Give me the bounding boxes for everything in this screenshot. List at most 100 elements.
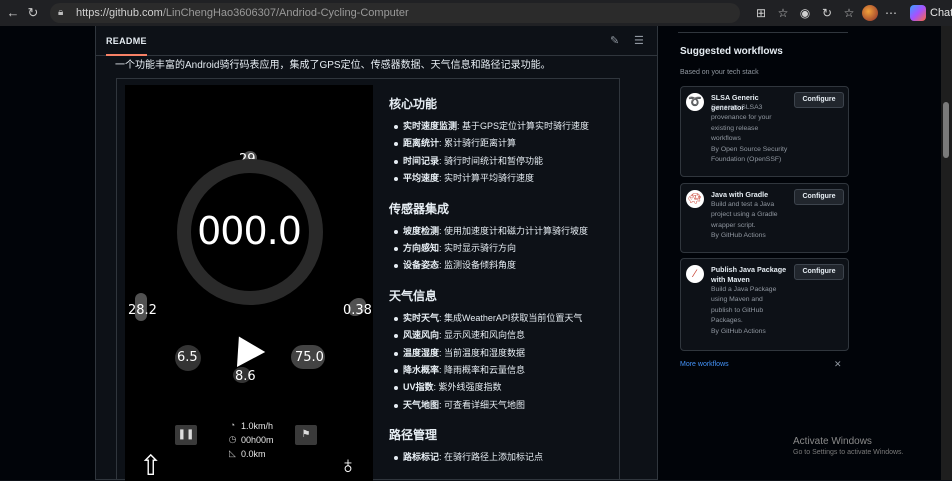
feature-name: 路标标记 bbox=[403, 452, 440, 463]
feature-desc: : 降雨概率和云量信息 bbox=[439, 365, 526, 376]
toolbar-actions: ⊞ ☆ ◉ ↻ ☆ ⋯ Chat bbox=[752, 4, 952, 22]
feature-name: 降水概率 bbox=[403, 365, 440, 376]
more-icon[interactable]: ⋯ bbox=[882, 4, 900, 22]
star-icon[interactable]: ☆ bbox=[774, 4, 792, 22]
chat-button[interactable]: Chat bbox=[910, 5, 952, 21]
more-workflows-link[interactable]: More workflows bbox=[680, 361, 729, 368]
favorites-icon[interactable]: ☆ bbox=[840, 4, 858, 22]
workflow-desc-line: project using a Gradle bbox=[711, 211, 778, 219]
feature-item: 平均速度: 实时计算平均骑行速度 bbox=[394, 170, 619, 187]
feature-desc: : 在骑行路径上添加标记点 bbox=[439, 452, 544, 463]
feature-name: 设备姿态 bbox=[403, 260, 440, 271]
workflow-author-line: By GitHub Actions bbox=[711, 327, 766, 335]
readme-figure: 29 000.0 28.2 0.38 6.5 75.0 8.6 ❚❚ ⚑ ◔ 1… bbox=[116, 78, 620, 481]
workflow-author-line: By GitHub Actions bbox=[711, 232, 766, 240]
feature-item: 方向感知: 实时显示骑行方向 bbox=[394, 240, 619, 257]
temp-left-value: 6.5 bbox=[177, 350, 198, 365]
close-icon[interactable]: ✕ bbox=[834, 359, 842, 370]
edit-icon[interactable]: ✎ bbox=[610, 34, 619, 47]
page-scrollbar[interactable] bbox=[941, 26, 952, 480]
workflow-desc-line: workflows bbox=[711, 135, 741, 143]
section-heading: 核心功能 bbox=[389, 97, 438, 111]
direction-arrow bbox=[224, 329, 266, 367]
feature-name: 距离统计 bbox=[403, 138, 440, 149]
extension-icon[interactable]: ◉ bbox=[796, 4, 814, 22]
feature-name: 平均速度 bbox=[403, 173, 440, 184]
scrollbar-thumb[interactable] bbox=[943, 102, 949, 158]
outline-icon[interactable]: ☰ bbox=[634, 34, 644, 47]
workflow-desc-line: publish to GitHub bbox=[711, 306, 764, 314]
home-up-icon[interactable]: ⇧ bbox=[139, 451, 162, 481]
feature-item: 时间记录: 骑行时间统计和暂停功能 bbox=[394, 153, 619, 170]
right-value: 0.38 bbox=[343, 303, 372, 318]
map-pin-icon[interactable]: ♁ bbox=[339, 451, 357, 481]
readme-tab[interactable]: README bbox=[106, 26, 147, 56]
refresh-extension-icon[interactable]: ↻ bbox=[818, 4, 836, 22]
workflow-desc-line: using Maven and bbox=[711, 296, 763, 304]
time-value: 00h00m bbox=[241, 434, 274, 445]
workflow-card: ⁄ Publish Java Package with Maven Build a … bbox=[680, 258, 849, 351]
pause-button[interactable]: ❚❚ bbox=[175, 425, 197, 445]
feature-desc: : 监测设备倾斜角度 bbox=[439, 260, 517, 271]
feature-item: 坡度检测: 使用加速度计和磁力计计算骑行坡度 bbox=[394, 223, 619, 240]
feature-item: 实时天气: 集成WeatherAPI获取当前位置天气 bbox=[394, 310, 619, 327]
app-available-icon[interactable]: ⊞ bbox=[752, 4, 770, 22]
readme-header: README ✎ ☰ bbox=[96, 26, 657, 56]
feature-bullets: 实时速度监测: 基于GPS定位计算实时骑行速度距离统计: 累计骑行距离计算时间记… bbox=[389, 118, 619, 188]
divider bbox=[678, 32, 848, 33]
feature-desc: : 骑行时间统计和暂停功能 bbox=[439, 155, 544, 166]
address-bar[interactable]: 🔒︎ https://github.com/LinChengHao3606307… bbox=[50, 3, 740, 23]
feature-name: 实时天气 bbox=[403, 312, 440, 323]
profile-avatar[interactable] bbox=[862, 5, 878, 21]
feature-bullets: 路标标记: 在骑行路径上添加标记点 bbox=[389, 449, 619, 466]
lock-icon[interactable]: 🔒︎ bbox=[58, 7, 70, 19]
feature-desc: : 集成WeatherAPI获取当前位置天气 bbox=[439, 312, 583, 323]
feature-name: 风速风向 bbox=[403, 330, 440, 341]
feature-desc: : 基于GPS定位计算实时骑行速度 bbox=[457, 121, 590, 131]
configure-button[interactable]: Configure bbox=[794, 189, 844, 205]
finish-flag-button[interactable]: ⚑ bbox=[295, 425, 317, 445]
back-icon[interactable]: ← bbox=[6, 6, 20, 20]
url-text: https://github.com/LinChengHao3606307/An… bbox=[76, 7, 409, 19]
workflow-title: Publish Java Package with Maven bbox=[711, 265, 787, 284]
workflow-author-line: Foundation (OpenSSF) bbox=[711, 156, 782, 163]
feature-name: 温度湿度 bbox=[403, 347, 440, 358]
readme-panel: README ✎ ☰ 一个功能丰富的Android骑行码表应用，集成了GPS定位… bbox=[95, 26, 658, 481]
feature-list: 核心功能实时速度监测: 基于GPS定位计算实时骑行速度距离统计: 累计骑行距离计… bbox=[389, 85, 619, 467]
feature-item: 降水概率: 降雨概率和云量信息 bbox=[394, 362, 619, 379]
feature-name: 实时速度监测 bbox=[403, 121, 458, 131]
feature-name: UV指数 bbox=[403, 382, 434, 393]
distance-value: 0.0km bbox=[241, 448, 266, 459]
workflow-desc-line: existing release bbox=[711, 124, 759, 132]
left-value: 28.2 bbox=[128, 303, 157, 318]
workflow-author-line: By Open Source Security bbox=[711, 145, 788, 153]
app-screenshot: 29 000.0 28.2 0.38 6.5 75.0 8.6 ❚❚ ⚑ ◔ 1… bbox=[125, 85, 373, 481]
workflow-title: Java with Gradle bbox=[711, 190, 769, 199]
workflow-desc-line: Packages. bbox=[711, 317, 743, 325]
speed-readout: 000.0 bbox=[197, 209, 302, 253]
workflow-desc-line: wrapper script. bbox=[711, 221, 756, 229]
refresh-icon[interactable]: ↻ bbox=[26, 6, 40, 20]
feature-bullets: 实时天气: 集成WeatherAPI获取当前位置天气风速风向: 显示风速和风向信… bbox=[389, 310, 619, 414]
activate-windows-title: Activate Windows bbox=[793, 436, 872, 447]
slsa-icon: ➰ bbox=[686, 93, 704, 111]
feature-desc: : 累计骑行距离计算 bbox=[439, 138, 517, 149]
github-page: README ✎ ☰ 一个功能丰富的Android骑行码表应用，集成了GPS定位… bbox=[0, 26, 952, 481]
section-heading: 天气信息 bbox=[389, 288, 438, 303]
chat-label: Chat bbox=[930, 7, 952, 19]
feature-desc: : 当前温度和湿度数据 bbox=[439, 347, 526, 358]
sidebar-title: Suggested workflows bbox=[680, 46, 783, 57]
feature-item: 天气地图: 可查看详细天气地图 bbox=[394, 397, 619, 414]
workflow-card: 🐢︎ Java with Gradle Build and test a Java p… bbox=[680, 183, 849, 253]
feature-desc: : 紫外线强度指数 bbox=[433, 382, 502, 393]
avg-speed-value: 1.0km/h bbox=[241, 420, 274, 431]
section-heading: 路径管理 bbox=[389, 428, 438, 443]
configure-button[interactable]: Configure bbox=[794, 92, 844, 108]
feature-desc: : 显示风速和风向信息 bbox=[439, 330, 526, 341]
bottom-value: 8.6 bbox=[235, 369, 256, 384]
workflow-card: ➰ SLSA Generic generator Generate SLSA3 pro… bbox=[680, 86, 849, 177]
time-stat: ◷ 00h00m bbox=[227, 434, 274, 445]
configure-button[interactable]: Configure bbox=[794, 264, 844, 280]
maven-icon: ⁄ bbox=[686, 265, 704, 283]
left-gutter bbox=[0, 26, 88, 480]
